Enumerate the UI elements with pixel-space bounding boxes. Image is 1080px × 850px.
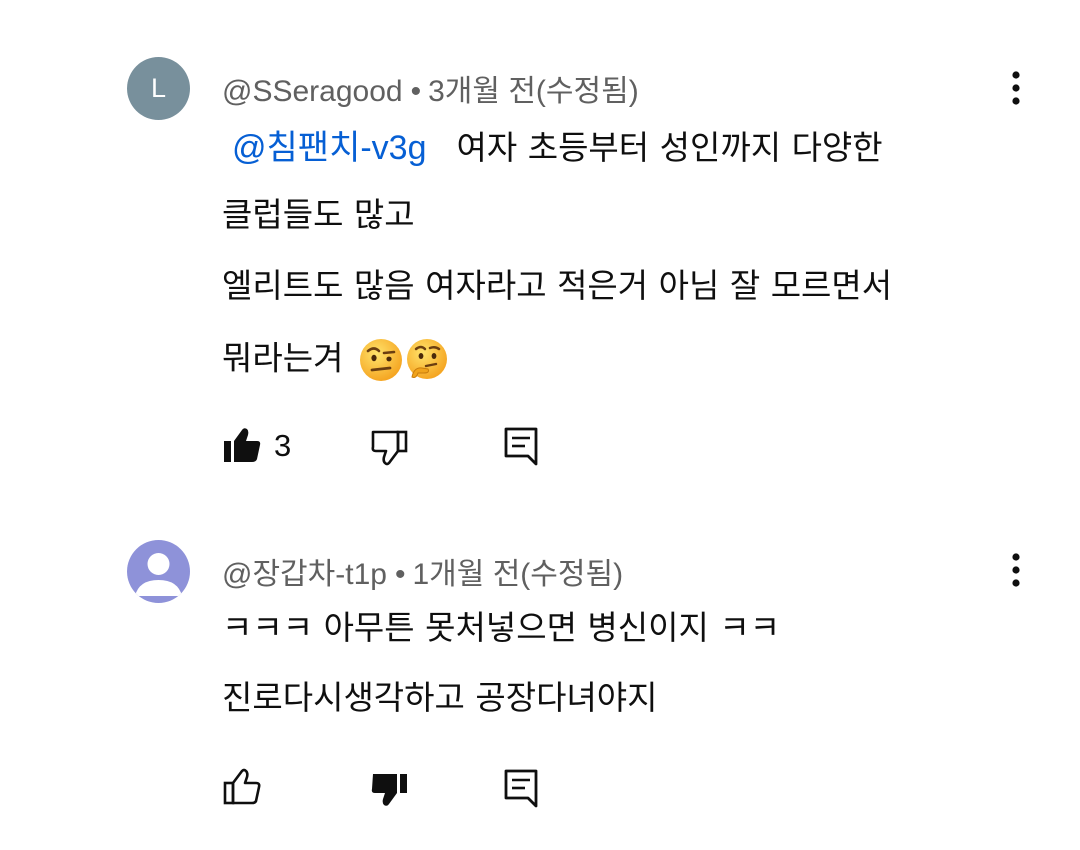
default-person-icon xyxy=(135,553,182,596)
more-options-button[interactable] xyxy=(996,548,1036,592)
reply-comment-icon xyxy=(504,769,538,808)
like-count: 3 xyxy=(274,428,292,463)
comment-text-line: ㅋㅋㅋ 아무튼 못처넣으면 병신이지 ㅋㅋ xyxy=(222,608,781,647)
vertical-dots-icon xyxy=(1012,553,1020,587)
thumbs-down-filled-icon xyxy=(371,774,407,806)
dislike-button[interactable] xyxy=(370,428,410,470)
comment-header: @SSeragood • 3개월 전(수정됨) xyxy=(222,66,639,110)
thinking-face-emoji xyxy=(406,339,447,379)
comment-text: 뭐라는겨 xyxy=(222,338,344,378)
like-button[interactable] xyxy=(222,426,262,468)
comment-thread-item: L @SSeragood • 3개월 전(수정됨) @침팬치-v3g 여자 초등부터 … xyxy=(0,0,1080,500)
comment-time: 3개월 전(수정됨) xyxy=(428,75,639,108)
thumbs-up-outline-icon xyxy=(223,768,261,805)
reply-button[interactable] xyxy=(503,768,539,812)
comment-header: @장갑차-t1p • 1개월 전(수정됨) xyxy=(222,549,623,593)
avatar-letter: L xyxy=(150,73,167,103)
comment-text-line: 뭐라는겨 xyxy=(222,337,450,383)
author-avatar[interactable] xyxy=(127,540,190,603)
more-options-button[interactable] xyxy=(996,66,1036,110)
author-name[interactable]: @SSeragood xyxy=(222,75,403,108)
comment-time: 1개월 전(수정됨) xyxy=(412,558,624,591)
thumbs-down-outline-icon xyxy=(371,430,408,466)
like-button[interactable] xyxy=(222,768,262,810)
vertical-dots-icon xyxy=(1012,71,1020,105)
comment-text-line: 클럽들도 많고 xyxy=(222,195,415,234)
comment-thread-item: @장갑차-t1p • 1개월 전(수정됨) ㅋㅋㅋ 아무튼 못처넣으면 병신이지 ㅋ… xyxy=(0,500,1080,850)
comment-text-line: @침팬치-v3g 여자 초등부터 성인까지 다양한 xyxy=(222,128,883,168)
reply-button[interactable] xyxy=(503,426,539,470)
comment-text-line: 엘리트도 많음 여자라고 적은거 아님 잘 모르면서 xyxy=(222,266,893,305)
author-avatar[interactable]: L xyxy=(127,57,190,120)
dislike-button[interactable] xyxy=(370,770,410,812)
thumbs-up-filled-icon xyxy=(224,428,261,462)
separator-dot: • xyxy=(394,558,406,591)
separator-dot: • xyxy=(410,75,422,108)
face-with-raised-eyebrow-emoji xyxy=(359,339,402,381)
reply-comment-icon xyxy=(504,427,538,466)
comment-text-line: 진로다시생각하고 공장다녀야지 xyxy=(222,678,658,717)
mention-link[interactable]: @침팬치-v3g xyxy=(232,129,427,167)
comment-text: 여자 초등부터 성인까지 다양한 xyxy=(456,128,883,167)
author-name[interactable]: @장갑차-t1p xyxy=(222,558,387,591)
